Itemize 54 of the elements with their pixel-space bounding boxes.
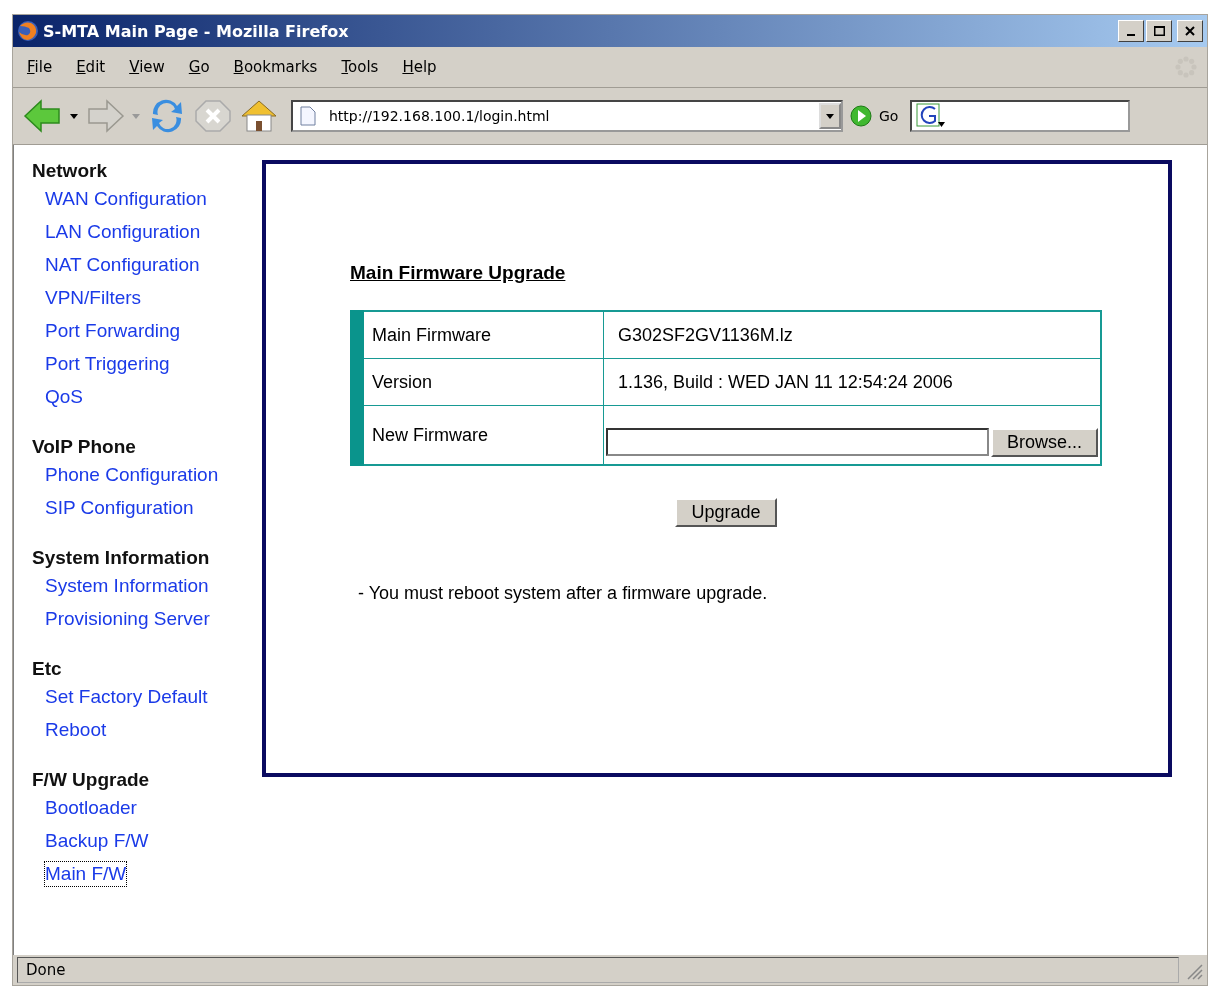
nav-link[interactable]: VPN/Filters: [44, 285, 143, 311]
file-path-field[interactable]: [606, 427, 989, 456]
page-heading: Main Firmware Upgrade: [350, 262, 567, 284]
go-icon[interactable]: [849, 104, 873, 128]
minimize-button[interactable]: [1118, 20, 1144, 42]
address-field[interactable]: http://192.168.100.1/login.html: [291, 100, 843, 132]
nav-link[interactable]: System Information: [44, 573, 210, 599]
nav-link[interactable]: WAN Configuration: [44, 186, 208, 212]
nav-link[interactable]: QoS: [44, 384, 85, 410]
search-engine-icon: [916, 103, 947, 129]
nav-link[interactable]: Reboot: [44, 717, 108, 743]
nav-link[interactable]: SIP Configuration: [44, 495, 195, 521]
upgrade-button[interactable]: Upgrade: [675, 498, 777, 527]
nav-section-heading: VoIP Phone: [32, 436, 137, 458]
search-field[interactable]: [910, 100, 1131, 132]
nav-link[interactable]: Bootloader: [44, 795, 138, 821]
close-icon: [1185, 26, 1195, 36]
nav-link[interactable]: Main F/W: [44, 861, 128, 887]
nav-section-heading: Network: [32, 160, 108, 182]
nav-section-heading: F/W Upgrade: [32, 769, 151, 791]
caret-icon: [825, 112, 835, 120]
back-arrow-icon[interactable]: [23, 98, 63, 134]
globe-icon: [17, 20, 39, 42]
note-text: - You must reboot system after a firmware upgrade.: [358, 583, 769, 604]
menu-item[interactable]: Go: [188, 58, 210, 76]
menu-item[interactable]: File: [27, 58, 53, 76]
dropdown-button[interactable]: [819, 103, 841, 129]
nav-link[interactable]: LAN Configuration: [44, 219, 202, 245]
minimize-icon: [1127, 34, 1135, 36]
maximize-icon: [1153, 26, 1165, 36]
browse-button[interactable]: Browse...: [990, 427, 1098, 457]
maximize-button[interactable]: [1146, 20, 1172, 42]
nav-section-heading: Etc: [32, 658, 63, 680]
status-text: Done: [17, 957, 1179, 983]
menu-item[interactable]: Tools: [341, 58, 379, 76]
nav-link[interactable]: Provisioning Server: [44, 606, 211, 632]
url-text: http://192.168.100.1/login.html: [329, 108, 551, 124]
menu-item[interactable]: View: [129, 58, 165, 76]
menu-item[interactable]: Help: [402, 58, 437, 76]
go-button[interactable]: Go: [879, 108, 899, 124]
menu-item[interactable]: Edit: [76, 58, 106, 76]
dropdown-caret-icon[interactable]: [69, 112, 79, 120]
nav-link[interactable]: Port Forwarding: [44, 318, 182, 344]
nav-section-heading: System Information: [32, 547, 211, 569]
nav-link[interactable]: Phone Configuration: [44, 462, 220, 488]
window-title: S-MTA Main Page - Mozilla Firefox: [43, 21, 350, 41]
page-icon: [299, 106, 317, 126]
menu-item[interactable]: Bookmarks: [233, 58, 318, 76]
close-button[interactable]: [1177, 20, 1203, 42]
nav-link[interactable]: Set Factory Default: [44, 684, 209, 710]
nav-link[interactable]: Port Triggering: [44, 351, 171, 377]
nav-link[interactable]: NAT Configuration: [44, 252, 201, 278]
home-icon[interactable]: [239, 98, 279, 134]
nav-link[interactable]: Backup F/W: [44, 828, 150, 854]
